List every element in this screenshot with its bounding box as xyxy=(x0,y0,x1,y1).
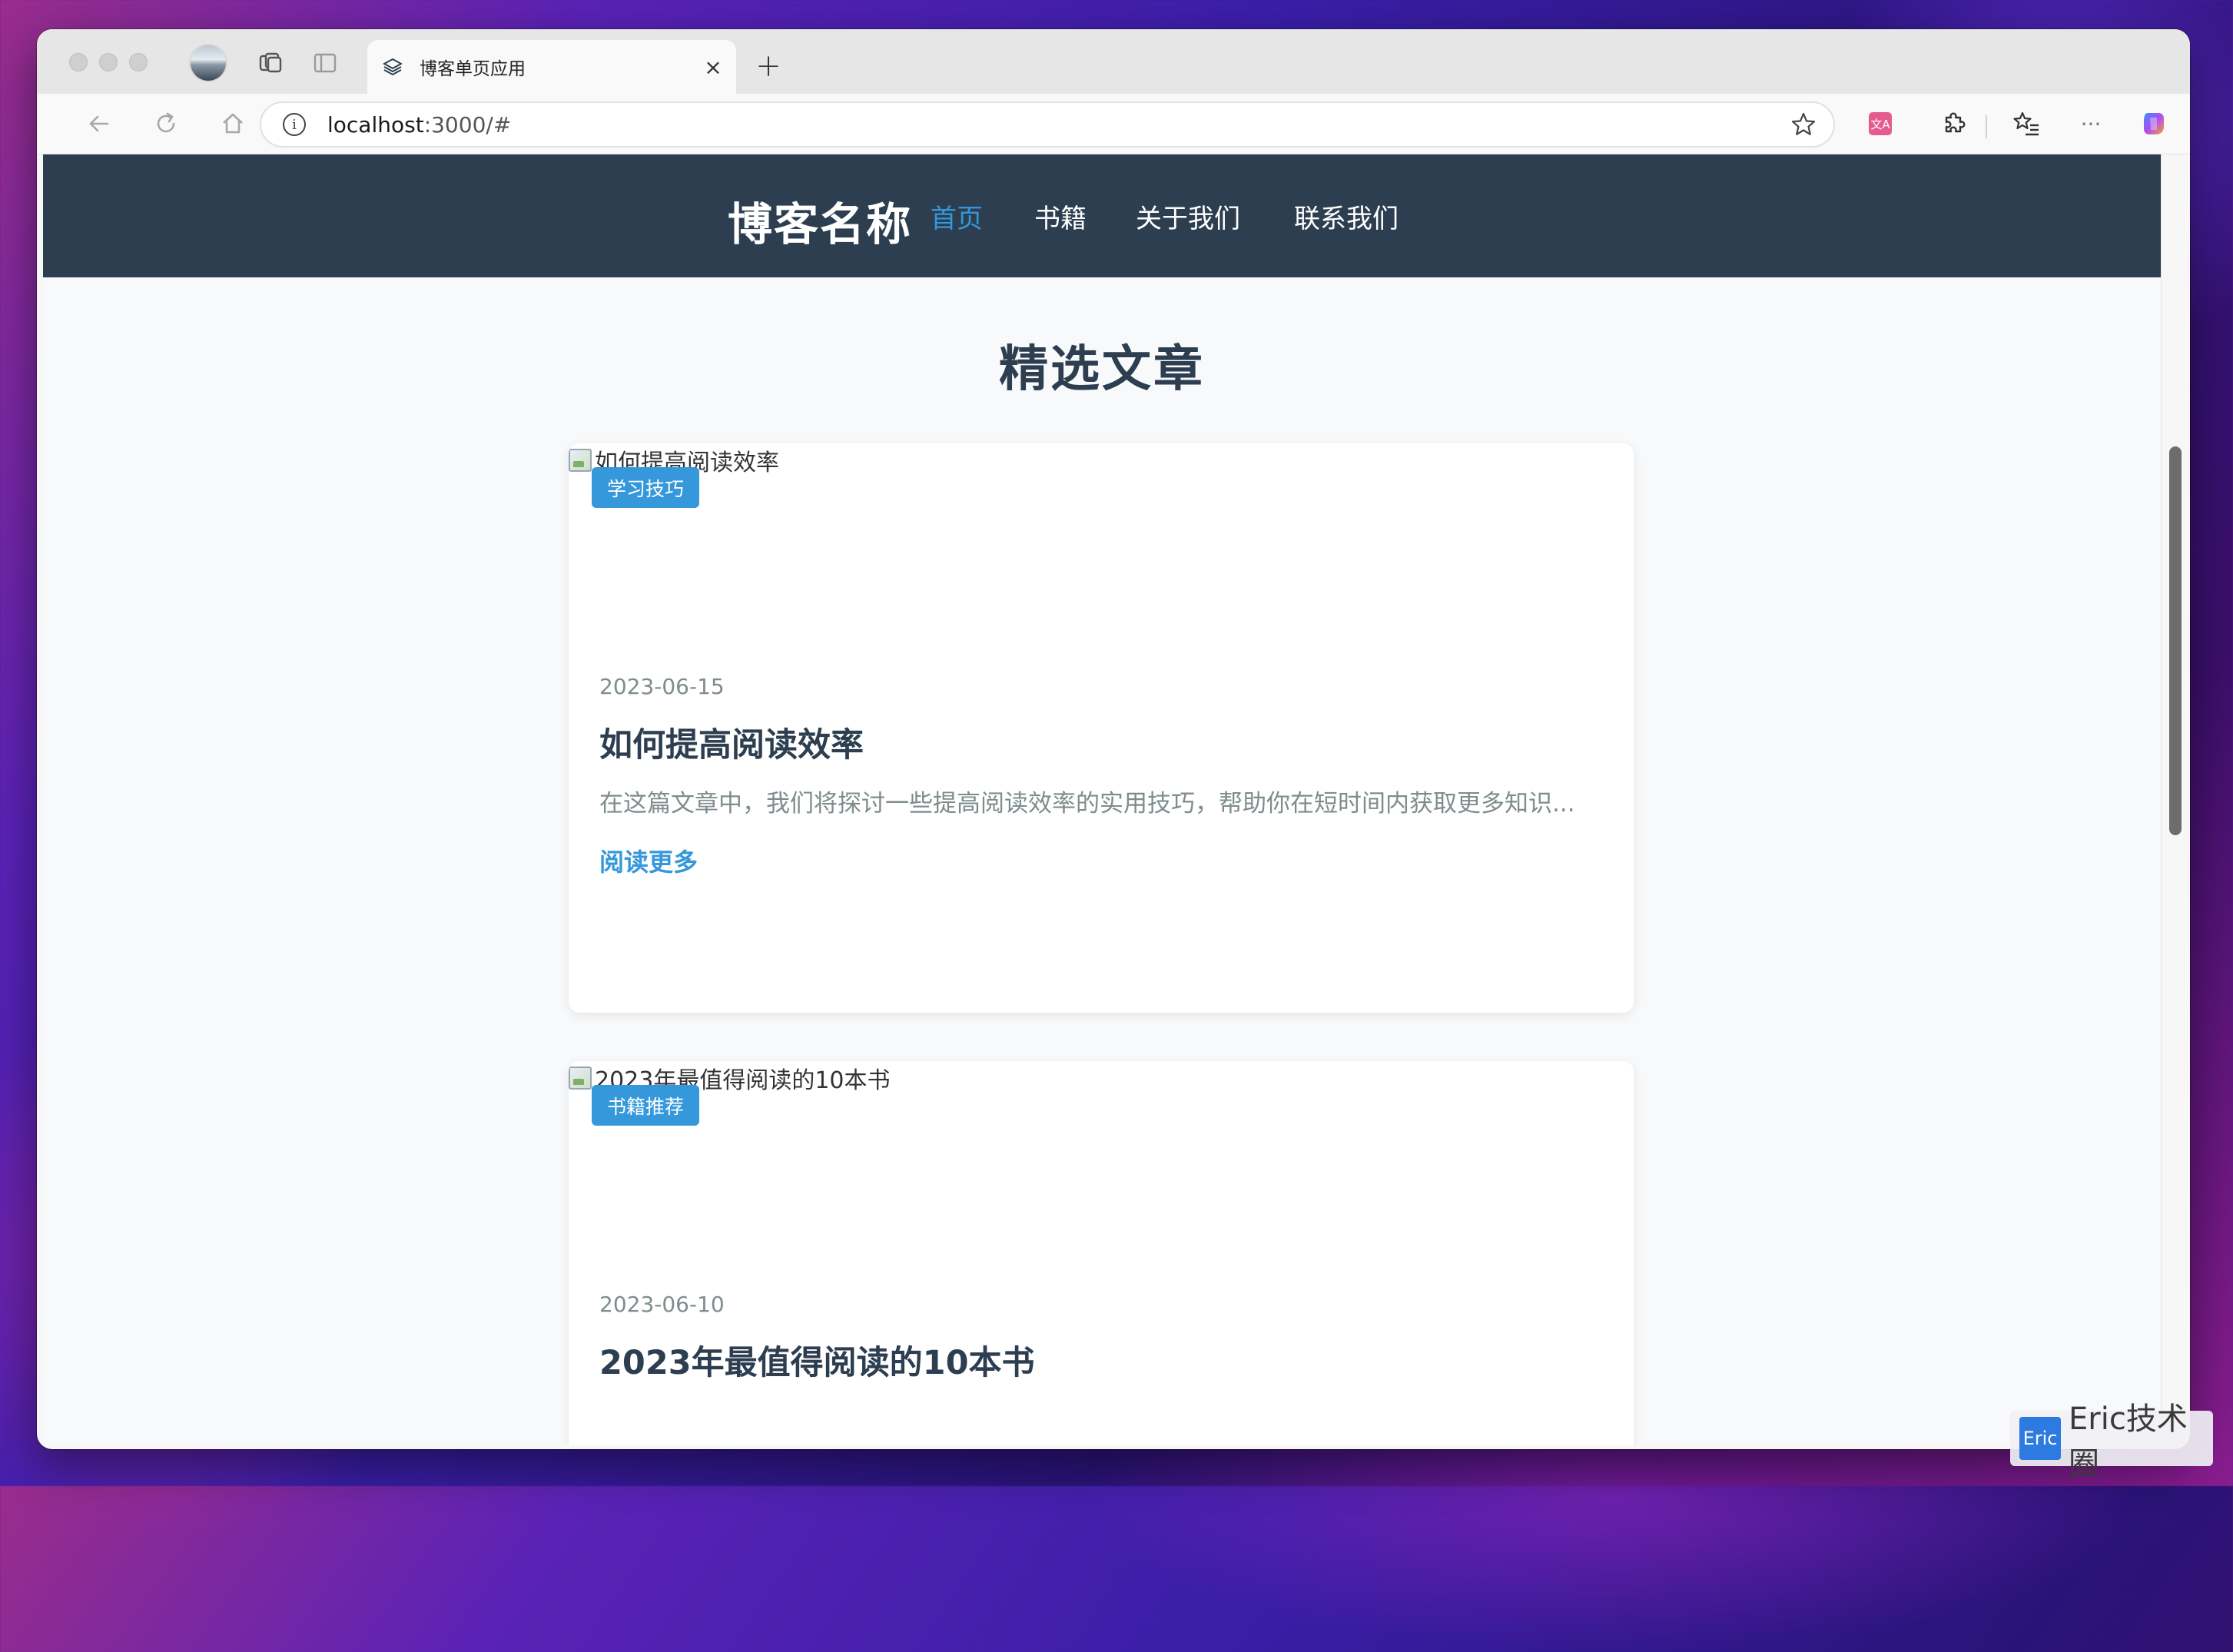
article-excerpt: 在这篇文章中，我们将探讨一些提高阅读效率的实用技巧，帮助你在短时间内获取更多知识… xyxy=(599,790,1575,818)
category-badge: 书籍推荐 xyxy=(592,1085,700,1126)
tab-title: 博客单页应用 xyxy=(420,59,526,79)
active-tab[interactable]: 博客单页应用 × xyxy=(367,40,736,94)
article-card[interactable]: 2023年最值得阅读的10本书 书籍推荐 2023-06-10 2023年最值得… xyxy=(569,1061,1634,1445)
nav-contact-link[interactable]: 联系我们 xyxy=(1294,197,1399,235)
watermark-text: Eric技术圈 xyxy=(2069,1402,2188,1481)
profile-avatar[interactable] xyxy=(191,45,226,81)
vertical-tabs-icon[interactable] xyxy=(310,48,340,78)
nav-about-link[interactable]: 关于我们 xyxy=(1136,197,1240,235)
favorite-star-icon[interactable] xyxy=(1784,105,1823,144)
site-info-icon[interactable]: i xyxy=(283,113,306,136)
section-title: 精选文章 xyxy=(999,341,1205,398)
article-card[interactable]: 如何提高阅读效率 学习技巧 2023-06-15 如何提高阅读效率 在这篇文章中… xyxy=(569,443,1634,1013)
watermark: Eric Eric技术圈 xyxy=(2010,1402,2213,1481)
read-more-link[interactable]: 阅读更多 xyxy=(599,843,698,878)
browser-toolbar: i localhost:3000/# 文A ··· xyxy=(37,94,2190,154)
reload-icon[interactable] xyxy=(148,106,184,141)
article-title[interactable]: 如何提高阅读效率 xyxy=(599,718,864,766)
url-path: :3000/# xyxy=(423,111,512,138)
back-arrow-icon[interactable] xyxy=(81,106,117,141)
address-bar[interactable]: i localhost:3000/# xyxy=(260,101,1835,148)
toolbar-separator xyxy=(1986,115,1987,138)
favorites-list-icon[interactable] xyxy=(2009,106,2044,141)
browser-titlebar: 博客单页应用 × + xyxy=(37,29,2190,94)
workspaces-icon[interactable] xyxy=(255,48,286,78)
broken-image-icon xyxy=(569,449,592,472)
tab-close-button[interactable]: × xyxy=(698,51,728,82)
site-header: 博客名称 首页 书籍 关于我们 联系我们 xyxy=(43,154,2161,277)
layers-icon xyxy=(381,55,404,78)
nav-books-link[interactable]: 书籍 xyxy=(1034,197,1087,235)
new-tab-button[interactable]: + xyxy=(752,48,785,84)
page-viewport: 博客名称 首页 书籍 关于我们 联系我们 精选文章 如何提高阅读效率 学习技巧 … xyxy=(43,154,2161,1445)
url-host: localhost xyxy=(327,111,424,138)
minimize-window-button[interactable] xyxy=(99,53,118,71)
scrollbar-thumb[interactable] xyxy=(2169,446,2182,835)
site-brand[interactable]: 博客名称 xyxy=(728,188,912,253)
translate-extension-icon[interactable]: 文A xyxy=(1863,106,1898,141)
address-url[interactable]: localhost:3000/# xyxy=(327,112,1784,138)
article-title[interactable]: 2023年最值得阅读的10本书 xyxy=(599,1336,1035,1384)
home-icon[interactable] xyxy=(215,106,251,141)
broken-image-icon xyxy=(569,1067,592,1090)
article-date: 2023-06-10 xyxy=(599,1292,725,1317)
category-badge: 学习技巧 xyxy=(592,467,700,508)
more-options-icon[interactable]: ··· xyxy=(2073,106,2109,141)
browser-window: 博客单页应用 × + i localhost:3000/# 文A ··· 博客名… xyxy=(37,29,2190,1449)
zoom-window-button[interactable] xyxy=(129,53,148,71)
close-window-button[interactable] xyxy=(69,53,88,71)
nav-home-link[interactable]: 首页 xyxy=(931,197,983,235)
copilot-icon[interactable] xyxy=(2136,106,2172,141)
extensions-puzzle-icon[interactable] xyxy=(1936,106,1971,141)
article-date: 2023-06-15 xyxy=(599,674,725,699)
watermark-logo: Eric xyxy=(2019,1417,2062,1460)
svg-text:文A: 文A xyxy=(1870,118,1890,131)
